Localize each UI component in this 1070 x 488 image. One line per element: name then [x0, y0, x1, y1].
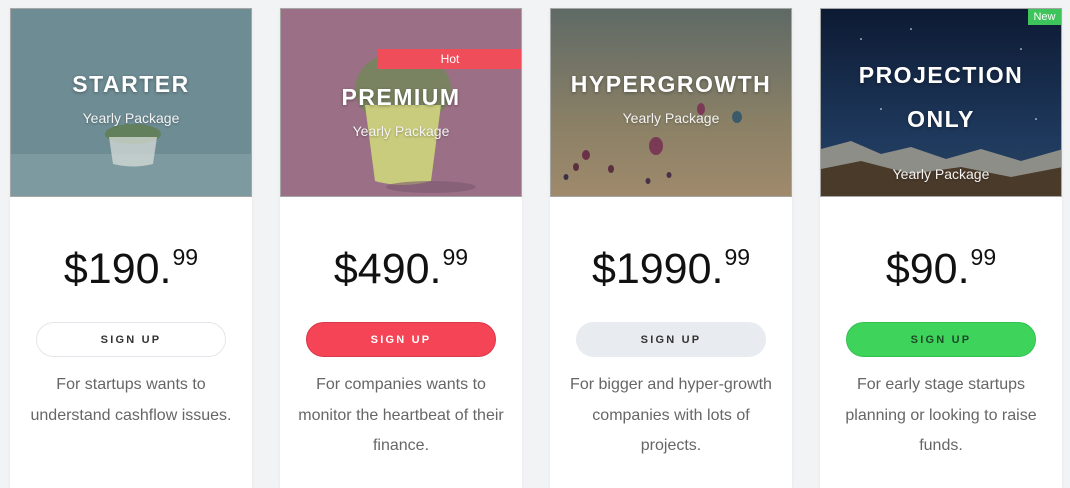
plan-price: $490.99: [333, 244, 469, 293]
pricing-card-premium: Hot PREMIUM Yearly Package $490.99 SIGN …: [280, 8, 522, 488]
pricing-card-projection-only: New PROJECTION ONLY Yearly Package $90.9…: [820, 8, 1062, 488]
plan-description: For bigger and hyper-growth companies wi…: [570, 376, 772, 454]
plan-title: PREMIUM: [341, 84, 461, 110]
plan-price: $90.99: [885, 244, 997, 293]
price-cents: 99: [442, 244, 469, 270]
hypergrowth-hero-image: HYPERGROWTH Yearly Package: [550, 8, 792, 197]
pricing-card-hypergrowth: HYPERGROWTH Yearly Package $1990.99 SIGN…: [550, 8, 792, 488]
plan-subtitle: Yearly Package: [352, 123, 450, 139]
plan-title: PROJECTION ONLY: [858, 62, 1024, 132]
projection-hero-image: New PROJECTION ONLY Yearly Package: [820, 8, 1062, 197]
sign-up-button[interactable]: SIGN UP: [846, 322, 1036, 357]
plan-subtitle: Yearly Package: [622, 110, 720, 126]
premium-hero-image: Hot PREMIUM Yearly Package: [280, 8, 522, 197]
plan-description: For startups wants to understand cashflo…: [30, 376, 232, 424]
plan-title: HYPERGROWTH: [570, 71, 772, 97]
hot-badge: Hot: [377, 49, 521, 69]
plan-subtitle: Yearly Package: [892, 166, 990, 182]
price-cents: 99: [970, 244, 997, 270]
plan-subtitle: Yearly Package: [82, 110, 180, 126]
plan-description: For early stage startups planning or loo…: [845, 376, 1037, 454]
plan-price: $190.99: [63, 244, 199, 293]
price-cents: 99: [172, 244, 199, 270]
plan-price: $1990.99: [591, 244, 751, 293]
sign-up-button[interactable]: SIGN UP: [576, 322, 766, 357]
new-badge: New: [1028, 9, 1061, 25]
starter-hero-image: STARTER Yearly Package: [10, 8, 252, 197]
sign-up-button[interactable]: SIGN UP: [36, 322, 226, 357]
plan-title: STARTER: [72, 71, 190, 97]
sign-up-button[interactable]: SIGN UP: [306, 322, 496, 357]
pricing-card-starter: STARTER Yearly Package $190.99 SIGN UP F…: [10, 8, 252, 488]
price-cents: 99: [724, 244, 751, 270]
plan-description: For companies wants to monitor the heart…: [298, 376, 504, 454]
